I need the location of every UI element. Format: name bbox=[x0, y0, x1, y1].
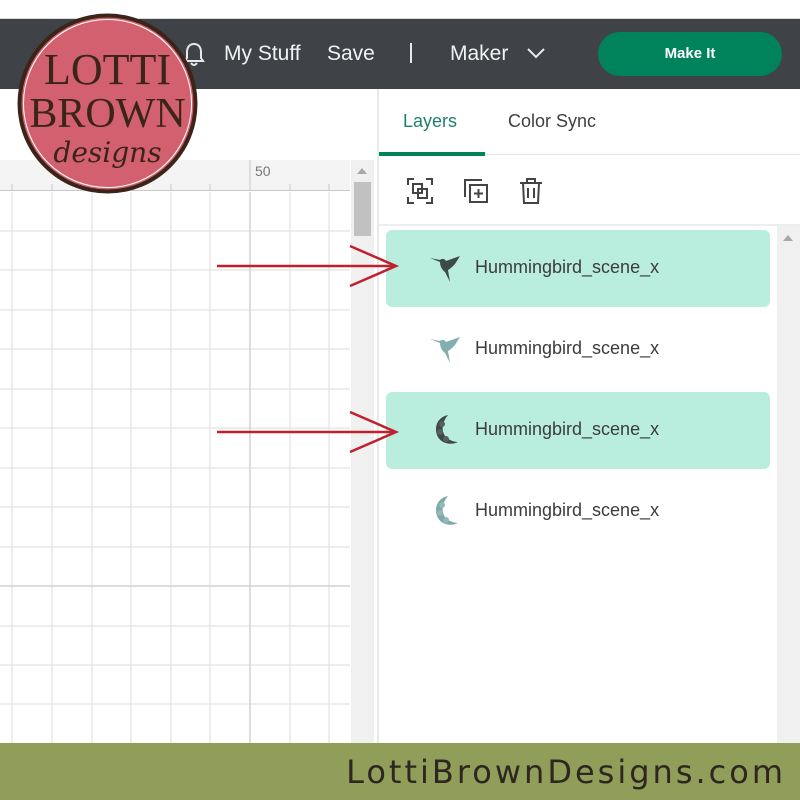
logo-line3: designs bbox=[53, 136, 161, 169]
layer-row[interactable]: Hummingbird_scene_x bbox=[386, 392, 770, 469]
footer-banner: LottiBrownDesigns.com bbox=[0, 743, 800, 800]
layers-scrollbar[interactable] bbox=[777, 226, 800, 743]
annotation-arrow bbox=[217, 410, 400, 454]
machine-select[interactable]: Maker bbox=[450, 19, 508, 89]
scroll-up-arrow-icon[interactable] bbox=[357, 168, 367, 174]
delete-icon[interactable] bbox=[517, 177, 545, 205]
hummingbird-thumbnail-icon bbox=[430, 337, 460, 363]
layer-name: Hummingbird_scene_x bbox=[475, 500, 660, 520]
floral-crescent-thumbnail-icon bbox=[436, 496, 458, 525]
hummingbird-shape bbox=[430, 337, 460, 363]
screenshot-root: My Stuff Save Maker Make It 50 Layers Co… bbox=[0, 0, 800, 800]
layer-name: Hummingbird_scene_x bbox=[475, 257, 660, 277]
scroll-up-arrow-icon[interactable] bbox=[783, 235, 793, 241]
tab-layers[interactable]: Layers bbox=[403, 111, 457, 132]
logo-line1: LOTTI bbox=[44, 45, 171, 94]
brand-logo: LOTTI BROWN designs bbox=[17, 13, 198, 194]
make-it-button[interactable]: Make It bbox=[598, 32, 782, 76]
scrollbar-thumb[interactable] bbox=[354, 182, 371, 236]
toolbar-divider bbox=[379, 224, 800, 226]
layer-row[interactable]: Hummingbird_scene_x bbox=[386, 473, 770, 550]
toolbar-separator bbox=[410, 43, 412, 63]
group-icon[interactable] bbox=[406, 177, 434, 205]
active-tab-indicator bbox=[379, 152, 485, 156]
layer-row[interactable]: Hummingbird_scene_x bbox=[386, 230, 770, 307]
duplicate-icon[interactable] bbox=[462, 177, 490, 205]
my-stuff-link[interactable]: My Stuff bbox=[224, 19, 301, 89]
save-button[interactable]: Save bbox=[327, 19, 375, 89]
layer-name: Hummingbird_scene_x bbox=[475, 338, 660, 358]
hummingbird-shape bbox=[430, 256, 460, 282]
chevron-down-icon[interactable] bbox=[526, 47, 546, 59]
floral-crescent-thumbnail-icon bbox=[436, 415, 458, 444]
footer-website: LottiBrownDesigns.com bbox=[346, 753, 786, 791]
tab-color-sync[interactable]: Color Sync bbox=[508, 111, 596, 132]
hummingbird-thumbnail-icon bbox=[430, 256, 460, 282]
layer-row[interactable]: Hummingbird_scene_x bbox=[386, 311, 770, 388]
ruler-label-50: 50 bbox=[255, 163, 271, 179]
layers-panel: Layers Color Sync Hummingbird_scene_x Hu… bbox=[379, 89, 800, 743]
layer-name: Hummingbird_scene_x bbox=[475, 419, 660, 439]
logo-line2: BROWN bbox=[29, 91, 185, 137]
annotation-arrow bbox=[217, 244, 400, 288]
